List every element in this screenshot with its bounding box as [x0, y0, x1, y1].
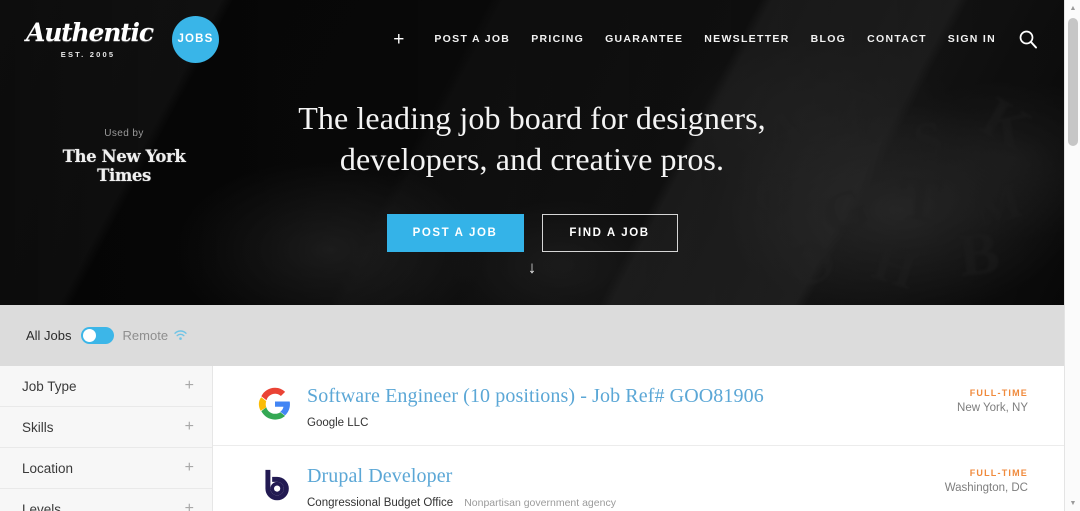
job-subtitle: Congressional Budget Office Nonpartisan …	[307, 497, 616, 509]
job-details: Drupal Developer Congressional Budget Of…	[307, 465, 616, 509]
nav-item-sign-in[interactable]: SIGN IN	[948, 33, 996, 45]
nav-item-guarantee[interactable]: GUARANTEE	[605, 33, 683, 45]
job-meta: FULL-TIME Washington, DC	[945, 468, 1028, 494]
google-logo	[258, 387, 292, 421]
main-content: Job Type + Skills + Location + Levels +	[0, 366, 1064, 511]
nav-item-post-a-job[interactable]: POST A JOB	[434, 33, 510, 45]
hero-cta-group: POST A JOB FIND A JOB	[0, 214, 1064, 252]
sidebar-filter-label: Location	[22, 460, 74, 476]
job-type-badge: FULL-TIME	[969, 468, 1028, 478]
sidebar-filter-skills[interactable]: Skills +	[0, 407, 212, 448]
nav-item-blog[interactable]: BLOG	[811, 33, 847, 45]
job-title[interactable]: Drupal Developer	[307, 465, 616, 488]
job-company-note: Nonpartisan government agency	[464, 497, 616, 509]
plus-icon[interactable]: +	[185, 378, 194, 394]
find-a-job-button[interactable]: FIND A JOB	[541, 214, 678, 252]
plus-icon[interactable]: +	[185, 419, 194, 435]
remote-toggle-switch[interactable]	[80, 327, 114, 344]
toggle-knob	[82, 329, 96, 342]
remote-toggle-group[interactable]: All Jobs Remote	[26, 327, 187, 344]
nav-post-a-job-group[interactable]: + POST A JOB	[393, 30, 510, 49]
job-listing-row[interactable]: Software Engineer (10 positions) - Job R…	[213, 366, 1064, 446]
toggle-label-remote: Remote	[122, 328, 169, 343]
job-type-badge: FULL-TIME	[969, 388, 1028, 398]
filter-sidebar: Job Type + Skills + Location + Levels +	[0, 366, 213, 511]
wifi-icon	[174, 330, 187, 341]
page-scrollbar[interactable]: ▲ ▼	[1064, 0, 1080, 511]
job-company: Congressional Budget Office	[307, 497, 454, 509]
search-filter-bar: All Jobs Remote	[0, 305, 1064, 366]
nav-item-pricing[interactable]: PRICING	[531, 33, 584, 45]
main-nav: + POST A JOB PRICING GUARANTEE NEWSLETTE…	[393, 29, 1038, 49]
job-location: Washington, DC	[944, 482, 1028, 494]
sidebar-filter-job-type[interactable]: Job Type +	[0, 366, 212, 407]
hero-headline-line2: developers, and creative pros.	[339, 140, 725, 177]
plus-icon: +	[393, 28, 405, 50]
page-root: A R S K C G T M O H B Authentic EST. 200…	[0, 0, 1080, 511]
sidebar-filter-label: Job Type	[22, 378, 77, 394]
sidebar-filter-label: Levels	[22, 501, 62, 511]
search-icon[interactable]	[1018, 29, 1038, 49]
brand-logo[interactable]: Authentic EST. 2005 JOBS	[26, 15, 219, 63]
hero-headline: The leading job board for designers, dev…	[0, 98, 1064, 180]
plus-icon[interactable]: +	[185, 460, 194, 476]
sidebar-filter-label: Skills	[22, 419, 54, 435]
scroll-down-arrow-icon[interactable]: ▼	[1065, 495, 1080, 511]
scrollbar-thumb[interactable]	[1068, 18, 1078, 146]
sidebar-filter-levels[interactable]: Levels +	[0, 489, 212, 511]
sidebar-filter-location[interactable]: Location +	[0, 448, 212, 489]
job-details: Software Engineer (10 positions) - Job R…	[307, 385, 764, 429]
toggle-label-all-jobs: All Jobs	[26, 328, 72, 343]
job-subtitle: Google LLC	[307, 417, 764, 429]
plus-icon[interactable]: +	[185, 501, 194, 511]
job-title[interactable]: Software Engineer (10 positions) - Job R…	[307, 385, 764, 408]
job-meta: FULL-TIME New York, NY	[957, 388, 1028, 414]
post-a-job-button[interactable]: POST A JOB	[386, 214, 524, 252]
jobs-badge[interactable]: JOBS	[172, 15, 219, 63]
wordmark: Authentic EST. 2005	[26, 17, 154, 59]
cbo-logo	[258, 467, 292, 501]
job-company: Google LLC	[307, 417, 369, 429]
wordmark-text: Authentic	[26, 17, 154, 47]
scroll-up-arrow-icon[interactable]: ▲	[1065, 0, 1080, 16]
job-location: New York, NY	[957, 402, 1028, 414]
wordmark-established: EST. 2005	[60, 49, 116, 59]
hero-section: A R S K C G T M O H B Authentic EST. 200…	[0, 0, 1064, 305]
nav-item-newsletter[interactable]: NEWSLETTER	[704, 33, 789, 45]
job-listings: Software Engineer (10 positions) - Job R…	[213, 366, 1064, 511]
job-listing-row[interactable]: Drupal Developer Congressional Budget Of…	[213, 446, 1064, 511]
scroll-down-arrow-icon[interactable]: ↓	[0, 258, 1064, 278]
nav-item-contact[interactable]: CONTACT	[867, 33, 927, 45]
top-navigation-bar: Authentic EST. 2005 JOBS + POST A JOB PR…	[0, 0, 1064, 78]
hero-headline-line1: The leading job board for designers,	[298, 100, 766, 136]
